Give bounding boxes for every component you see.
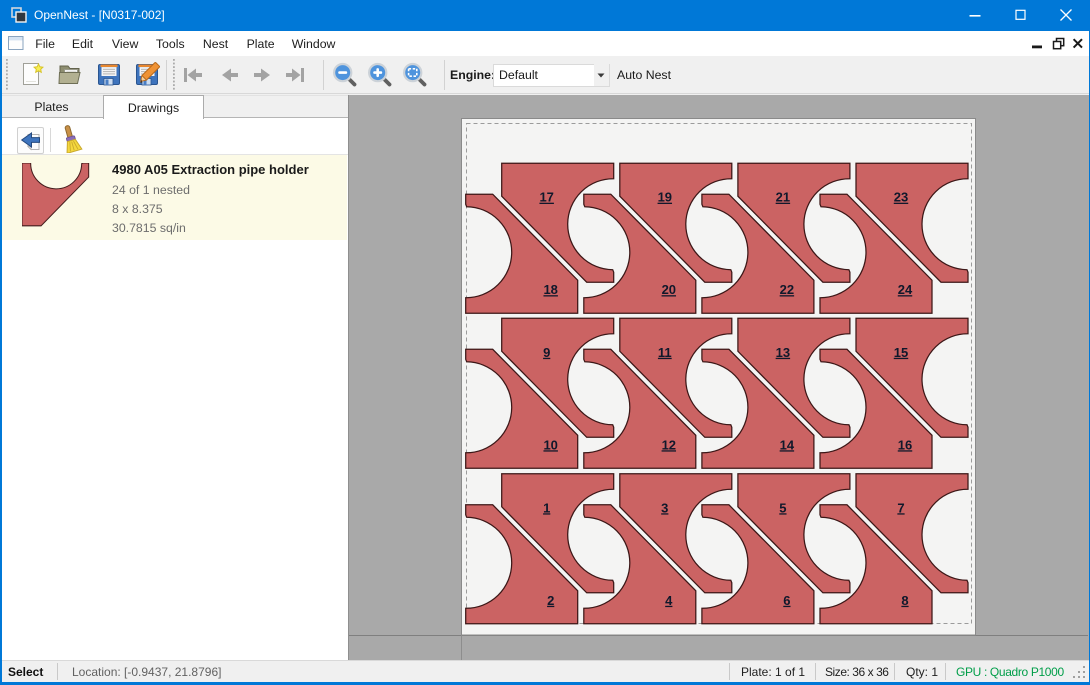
svg-text:19: 19 [658, 190, 672, 205]
svg-text:9: 9 [543, 345, 550, 360]
svg-text:6: 6 [783, 593, 790, 608]
svg-text:20: 20 [662, 282, 676, 297]
svg-text:12: 12 [662, 437, 676, 452]
svg-text:10: 10 [543, 437, 557, 452]
svg-text:15: 15 [894, 345, 908, 360]
svg-text:13: 13 [776, 345, 790, 360]
svg-text:7: 7 [897, 500, 904, 515]
svg-text:5: 5 [779, 500, 786, 515]
svg-text:22: 22 [780, 282, 794, 297]
svg-text:18: 18 [543, 282, 557, 297]
svg-text:4: 4 [665, 593, 673, 608]
svg-text:21: 21 [776, 190, 790, 205]
svg-text:17: 17 [539, 190, 553, 205]
svg-text:24: 24 [898, 282, 913, 297]
svg-text:23: 23 [894, 190, 908, 205]
svg-text:2: 2 [547, 593, 554, 608]
svg-text:3: 3 [661, 500, 668, 515]
svg-text:14: 14 [780, 437, 795, 452]
svg-text:8: 8 [901, 593, 908, 608]
svg-text:1: 1 [543, 500, 550, 515]
svg-text:11: 11 [658, 345, 672, 360]
svg-text:16: 16 [898, 437, 912, 452]
